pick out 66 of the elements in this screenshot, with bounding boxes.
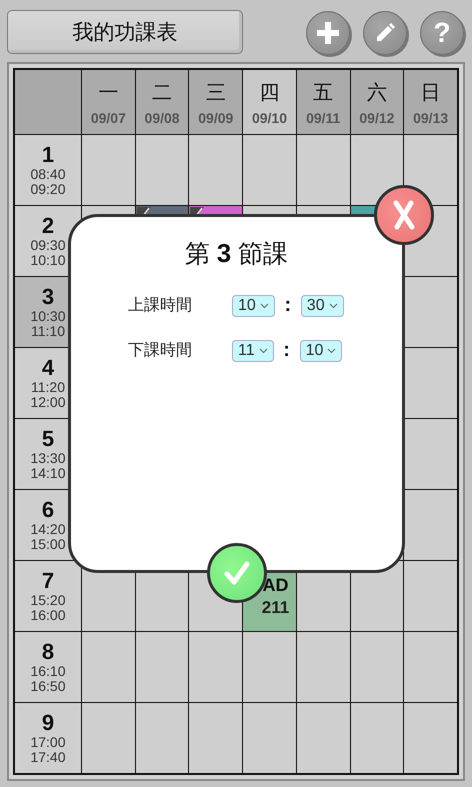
close-icon xyxy=(393,200,415,230)
day-date: 09/08 xyxy=(144,110,180,126)
chevron-icon xyxy=(260,302,269,308)
day-label: 六 xyxy=(366,80,387,106)
day-label: 三 xyxy=(206,80,226,106)
add-button[interactable] xyxy=(306,11,350,55)
period-cell[interactable]: 8 16:10 16:50 xyxy=(15,632,81,702)
day-label: 一 xyxy=(98,80,118,106)
period-number: 3 xyxy=(42,285,54,308)
period-number: 5 xyxy=(42,427,54,450)
day-label: 四 xyxy=(259,80,280,106)
day-label: 五 xyxy=(313,80,334,106)
chevron-icon xyxy=(327,348,336,354)
plus-icon xyxy=(317,22,339,44)
start-time: 10:30 xyxy=(30,309,66,324)
period-number: 8 xyxy=(42,640,54,664)
period-number: 6 xyxy=(42,498,54,522)
minute-select[interactable]: 30 xyxy=(300,294,344,316)
checkmark-icon xyxy=(224,561,250,585)
hour-select[interactable]: 11 xyxy=(232,340,274,362)
end-time: 11:10 xyxy=(31,324,65,339)
end-time: 16:50 xyxy=(30,679,66,694)
day-date: 09/11 xyxy=(306,110,340,126)
period-number: 2 xyxy=(42,214,54,238)
day-date: 09/09 xyxy=(198,110,234,126)
end-time: 16:00 xyxy=(30,608,66,623)
period-number: 7 xyxy=(42,569,54,592)
end-time: 15:00 xyxy=(30,537,66,552)
start-time: 13:30 xyxy=(30,451,66,466)
start-time: 14:20 xyxy=(30,522,66,538)
chevron-icon xyxy=(328,302,338,308)
day-date: 09/12 xyxy=(359,110,394,126)
course-room: 211 xyxy=(262,598,290,618)
period-cell[interactable]: 9 17:00 17:40 xyxy=(15,703,81,773)
day-date: 09/10 xyxy=(252,110,288,126)
day-date: 09/13 xyxy=(413,110,448,126)
end-time: 09:20 xyxy=(30,182,66,197)
start-time: 11:20 xyxy=(31,380,65,396)
course-name: AD xyxy=(262,574,288,596)
time-label: 上課時間 xyxy=(128,296,193,316)
period-cell[interactable]: 1 08:40 09:20 xyxy=(15,135,81,205)
minute-select[interactable]: 10 xyxy=(300,340,342,362)
day-label: 日 xyxy=(420,80,441,106)
time-label: 下課時間 xyxy=(128,340,193,361)
period-number: 9 xyxy=(42,711,54,734)
start-time: 15:20 xyxy=(30,593,66,608)
period-number: 4 xyxy=(42,356,54,380)
hour-select[interactable]: 10 xyxy=(232,294,275,316)
end-time: 10:10 xyxy=(30,253,66,268)
start-time: 09:30 xyxy=(30,238,66,254)
chevron-icon xyxy=(258,348,268,354)
start-time: 16:10 xyxy=(30,664,66,680)
start-time: 08:40 xyxy=(30,167,66,182)
end-time: 12:00 xyxy=(30,395,66,410)
end-time: 14:10 xyxy=(30,466,66,481)
time-separator: : xyxy=(284,294,292,317)
day-label: 二 xyxy=(152,80,172,106)
end-time: 17:40 xyxy=(30,750,66,765)
dialog-title: 第 3 節課 xyxy=(184,237,290,270)
period-number: 1 xyxy=(42,143,54,166)
time-separator: : xyxy=(282,339,291,362)
day-date: 09/07 xyxy=(90,110,126,126)
title-button[interactable]: 我的功課表 xyxy=(7,10,243,54)
start-time: 17:00 xyxy=(30,735,66,750)
period-cell[interactable]: 7 15:20 16:00 xyxy=(15,561,81,631)
edit-button[interactable] xyxy=(363,11,407,55)
